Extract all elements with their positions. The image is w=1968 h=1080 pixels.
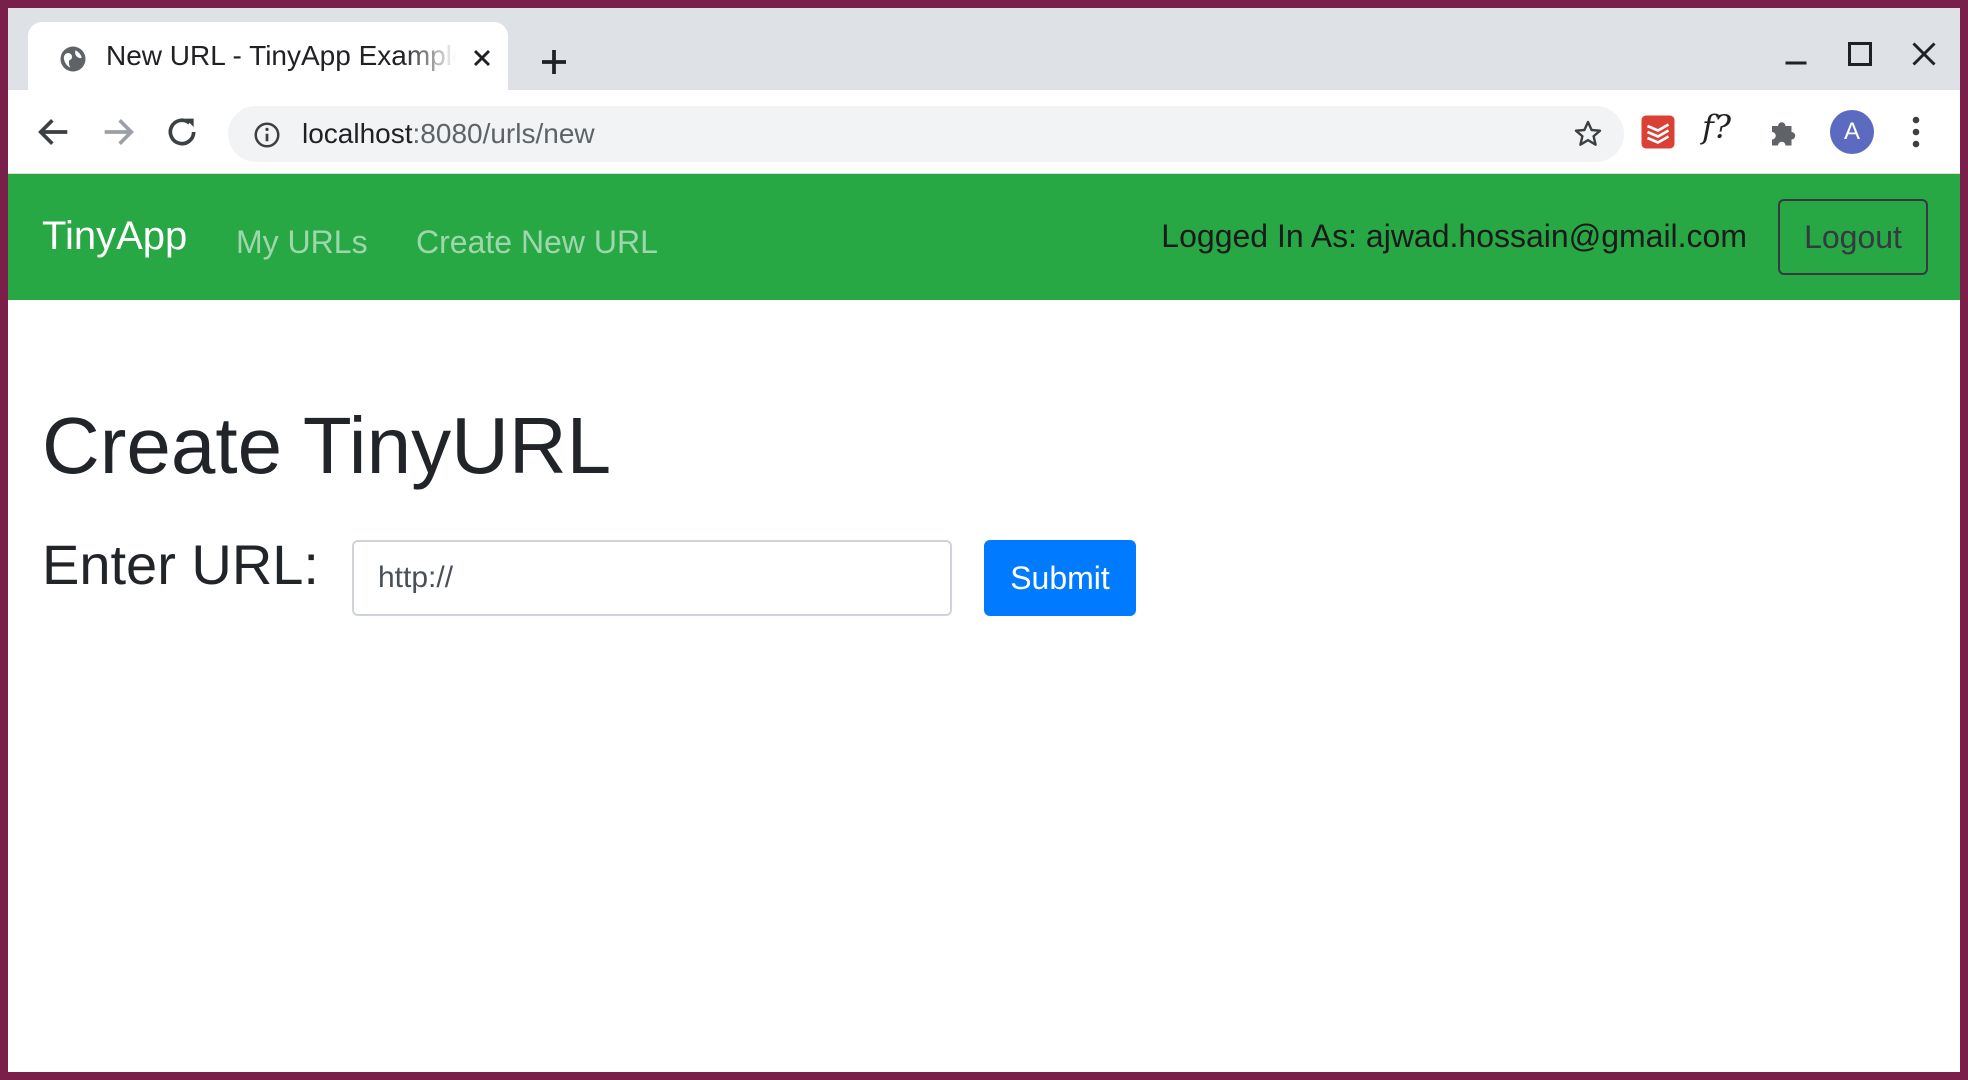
minimize-icon[interactable] (1778, 36, 1814, 72)
maximize-icon[interactable] (1842, 36, 1878, 72)
forward-arrow-icon[interactable] (98, 112, 138, 152)
logout-button[interactable]: Logout (1778, 199, 1928, 275)
todoist-extension-icon[interactable] (1640, 114, 1676, 150)
url-host: localhost (302, 118, 413, 149)
url-input[interactable] (352, 540, 952, 616)
tab-title: New URL - TinyApp Example (106, 40, 456, 71)
tab-strip: New URL - TinyApp Example (8, 8, 1960, 90)
close-window-icon[interactable] (1906, 36, 1942, 72)
info-icon[interactable] (252, 120, 282, 150)
back-arrow-icon[interactable] (34, 112, 74, 152)
kebab-menu-icon[interactable] (1906, 114, 1926, 150)
logged-in-status: Logged In As: ajwad.hossain@gmail.com (1161, 218, 1747, 254)
url-path: :8080/urls/new (412, 118, 595, 149)
browser-toolbar: localhost:8080/urls/new f? A (8, 90, 1960, 174)
profile-avatar[interactable]: A (1830, 110, 1874, 154)
nav-link-create-new-url[interactable]: Create New URL (416, 224, 658, 261)
close-tab-icon[interactable] (468, 44, 496, 72)
submit-button[interactable]: Submit (984, 540, 1136, 616)
globe-icon (60, 46, 86, 72)
navbar: TinyApp My URLs Create New URL Logged In… (8, 174, 1960, 300)
nav-link-my-urls[interactable]: My URLs (236, 224, 368, 261)
browser-tab[interactable]: New URL - TinyApp Example (28, 22, 508, 90)
url-field-label: Enter URL: (42, 533, 319, 596)
page-content: TinyApp My URLs Create New URL Logged In… (8, 174, 1960, 1072)
new-tab-plus-icon[interactable] (536, 44, 572, 80)
url-text: localhost:8080/urls/new (302, 118, 595, 150)
address-bar[interactable]: localhost:8080/urls/new (228, 106, 1624, 162)
fx-extension-icon[interactable]: f? (1702, 108, 1738, 146)
bookmark-star-icon[interactable] (1572, 118, 1604, 150)
page-title: Create TinyURL (42, 401, 612, 490)
brand-link[interactable]: TinyApp (42, 214, 187, 259)
reload-icon[interactable] (162, 112, 202, 152)
extensions-puzzle-icon[interactable] (1766, 114, 1802, 150)
browser-window: New URL - TinyApp Example localhost:8080… (8, 8, 1960, 1072)
